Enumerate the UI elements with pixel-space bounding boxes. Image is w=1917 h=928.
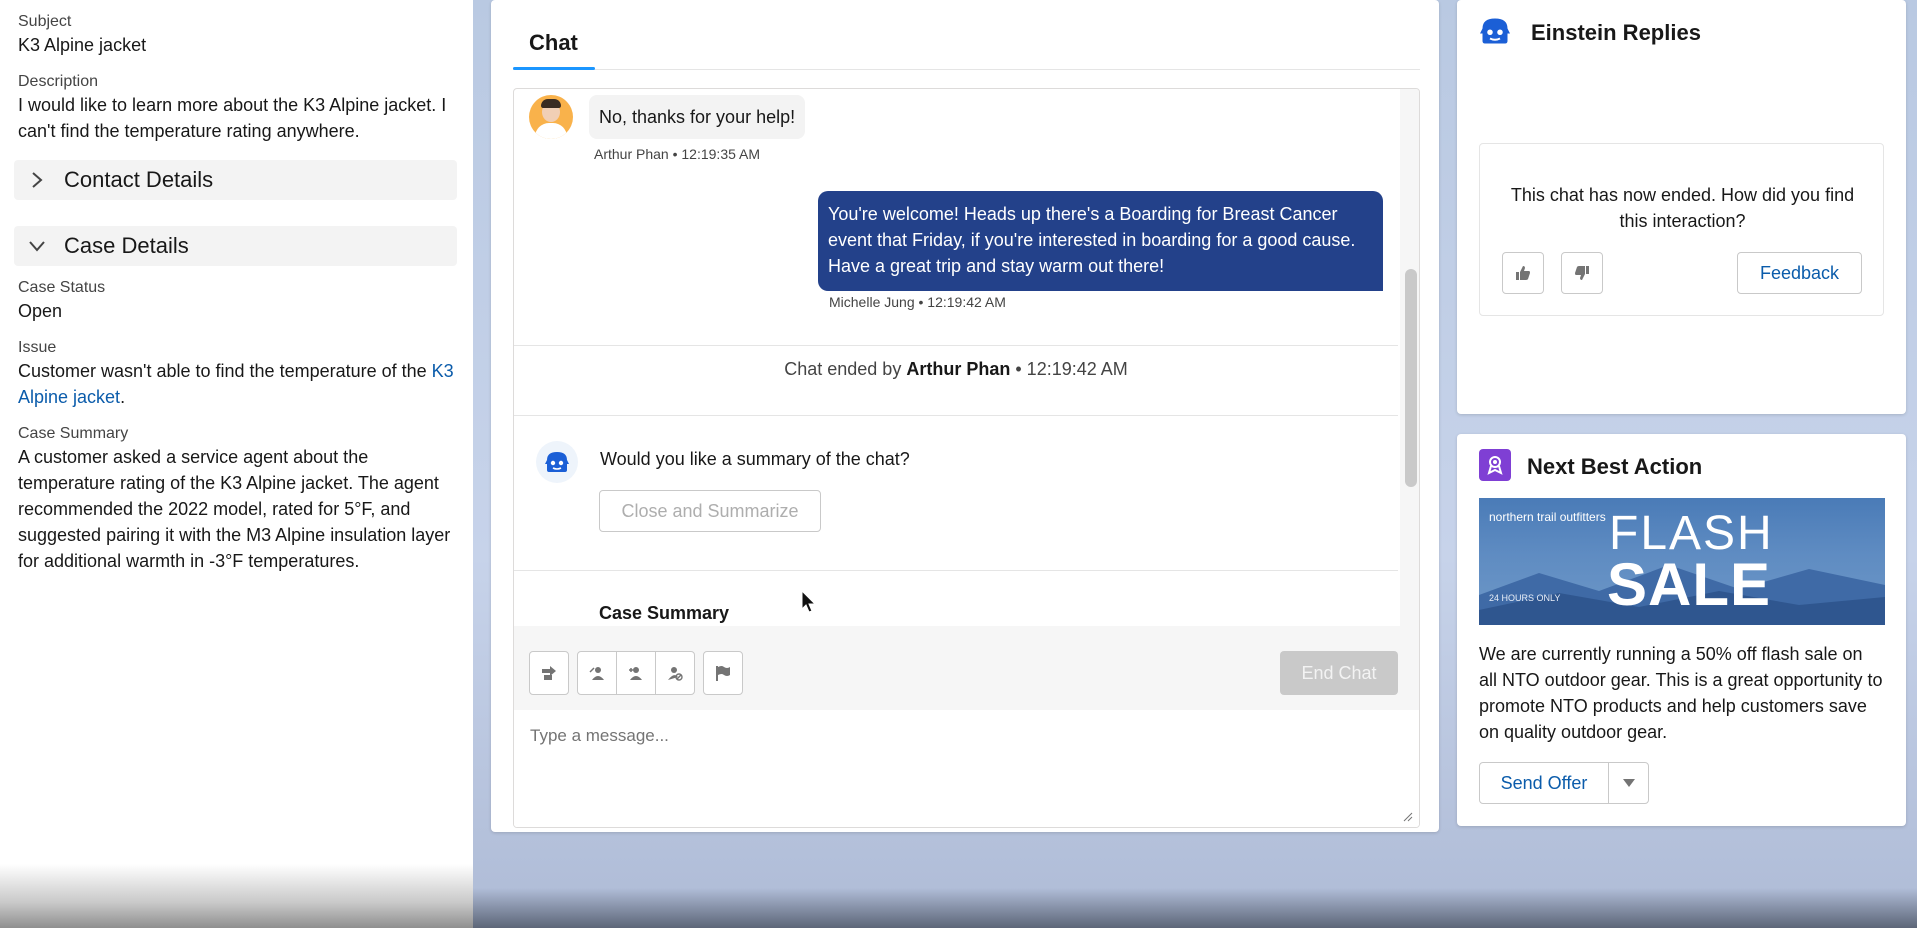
divider (514, 415, 1398, 416)
incoming-meta: Arthur Phan • 12:19:35 AM (594, 146, 761, 162)
message-composer (514, 710, 1419, 827)
caret-down-icon (1622, 779, 1635, 787)
ended-prefix: Chat ended by (784, 359, 902, 379)
divider (514, 345, 1398, 346)
case-summary-label: Case Summary (18, 425, 129, 442)
chevron-right-icon (24, 167, 50, 193)
subject-label: Subject (18, 13, 72, 30)
issue-value: Customer wasn't able to find the tempera… (18, 358, 455, 410)
subject-value: K3 Alpine jacket (18, 35, 147, 55)
thumbs-down-icon[interactable] (1561, 252, 1603, 294)
mouse-cursor-icon (801, 590, 817, 613)
send-offer-button[interactable]: Send Offer (1479, 762, 1609, 804)
feedback-box: This chat has now ended. How did you fin… (1479, 143, 1884, 316)
issue-period: . (120, 387, 126, 407)
chat-tab-bar: Chat (513, 22, 1486, 70)
chat-box: No, thanks for your help! Arthur Phan • … (513, 88, 1420, 828)
banner-sale-text: SALE (1607, 551, 1772, 618)
feedback-button[interactable]: Feedback (1737, 252, 1862, 294)
incoming-message: No, thanks for your help! (529, 95, 806, 139)
issue-text: Customer wasn't able to find the tempera… (18, 361, 427, 381)
ended-name: Arthur Phan (906, 359, 1011, 379)
transcript-scrollbar[interactable] (1400, 89, 1419, 626)
tab-active-indicator (513, 67, 595, 70)
bottom-fade (0, 864, 473, 928)
close-and-summarize-button[interactable]: Close and Summarize (599, 490, 821, 532)
nba-title: Next Best Action (1527, 454, 1703, 479)
tab-rule (513, 69, 1420, 70)
case-status-label: Case Status (18, 279, 106, 296)
issue-label: Issue (18, 339, 57, 356)
bottom-shadow-band (473, 888, 1917, 928)
description-value: I would like to learn more about the K3 … (18, 95, 447, 141)
chat-toolbar: End Chat (514, 626, 1419, 710)
incoming-bubble: No, thanks for your help! (589, 95, 806, 139)
thumbs-up-icon[interactable] (1502, 252, 1544, 294)
tab-chat[interactable]: Chat (513, 30, 594, 70)
message-input[interactable] (514, 710, 1419, 827)
case-status-value: Open (18, 301, 63, 321)
raise-flag-user-icon[interactable] (577, 651, 617, 695)
chat-transcript[interactable]: No, thanks for your help! Arthur Phan • … (514, 89, 1398, 626)
banner-hours-text: 24 HOURS ONLY (1489, 593, 1561, 603)
contact-details-section-toggle[interactable]: Contact Details (14, 160, 457, 200)
customer-avatar (529, 95, 573, 139)
banner-logo: northern trail outfitters (1489, 510, 1606, 524)
bot-question: Would you like a summary of the chat? (600, 449, 910, 469)
next-best-action-card: Next Best Action northern trail outfitte… (1457, 434, 1906, 826)
bot-prompt: Would you like a summary of the chat? (536, 441, 910, 483)
case-details-title: Case Details (64, 233, 189, 258)
chevron-down-icon (24, 233, 50, 259)
einstein-title: Einstein Replies (1531, 20, 1701, 45)
description-label: Description (18, 73, 99, 90)
flash-sale-banner[interactable]: northern trail outfitters FLASH SALE 24 … (1479, 498, 1885, 625)
feedback-question: This chat has now ended. How did you fin… (1510, 185, 1855, 231)
chat-card: Chat No, thanks for your help! Arthur Ph… (491, 0, 1439, 832)
chat-ended-notice: Chat ended by Arthur Phan • 12:19:42 AM (514, 359, 1398, 380)
end-chat-button[interactable]: End Chat (1280, 651, 1398, 695)
case-details-section-toggle[interactable]: Case Details (14, 226, 457, 266)
send-offer-split-button: Send Offer (1479, 762, 1649, 804)
ended-time: • 12:19:42 AM (1015, 359, 1128, 379)
send-offer-menu-button[interactable] (1608, 762, 1649, 804)
case-summary-value: A customer asked a service agent about t… (18, 447, 451, 571)
recommendation-icon (1479, 449, 1511, 481)
case-record-panel: Subject K3 Alpine jacket Description I w… (0, 0, 473, 928)
contact-details-title: Contact Details (64, 167, 214, 192)
scrollbar-thumb[interactable] (1405, 269, 1417, 487)
add-participant-icon[interactable] (616, 651, 656, 695)
nba-description: We are currently running a 50% off flash… (1479, 644, 1883, 742)
einstein-replies-card: Einstein Replies This chat has now ended… (1457, 0, 1906, 414)
case-summary-heading: Case Summary (599, 603, 730, 623)
outgoing-bubble: You're welcome! Heads up there's a Board… (818, 191, 1383, 291)
einstein-icon (1477, 16, 1513, 51)
einstein-bot-icon (536, 441, 578, 483)
divider (514, 570, 1398, 571)
resize-grip-icon[interactable] (1403, 812, 1413, 822)
flag-icon[interactable] (703, 651, 743, 695)
outgoing-meta: Michelle Jung • 12:19:42 AM (829, 294, 1006, 310)
block-visitor-icon[interactable] (655, 651, 695, 695)
transfer-icon[interactable] (529, 651, 569, 695)
